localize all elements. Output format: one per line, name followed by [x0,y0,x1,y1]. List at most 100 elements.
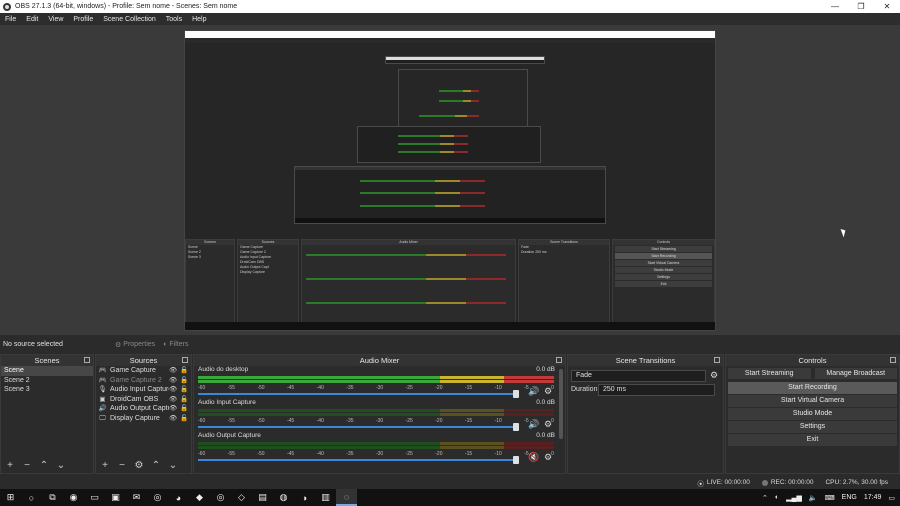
menu-view[interactable]: View [43,16,68,23]
visibility-eye-icon[interactable]: 👁 [169,376,177,386]
undock-icon[interactable] [556,357,562,363]
menu-tools[interactable]: Tools [161,16,187,23]
keyboard-icon[interactable]: ⌨ [825,494,835,502]
remove-source-button[interactable]: − [116,460,128,471]
move-down-icon[interactable]: ⌄ [55,460,67,471]
undock-icon[interactable] [890,357,896,363]
add-scene-button[interactable]: + [4,460,16,471]
app-icon-3[interactable]: ▤ [252,489,273,506]
store-icon[interactable]: ▣ [105,489,126,506]
visibility-eye-icon[interactable]: 👁 [169,404,177,414]
channel-settings-gear-icon[interactable]: ⚙ [544,386,552,397]
app-icon-6[interactable]: ▥ [315,489,336,506]
menu-help[interactable]: Help [187,16,211,23]
menu-profile[interactable]: Profile [68,16,98,23]
mail-icon[interactable]: ✉ [126,489,147,506]
source-item[interactable]: 🎮 Game Capture 2 👁 🔓 [96,376,191,386]
properties-button[interactable]: ⚙ Properties [115,341,155,349]
undock-icon[interactable] [84,357,90,363]
volume-slider[interactable] [198,426,516,428]
add-source-button[interactable]: + [99,460,111,471]
move-up-icon[interactable]: ⌃ [38,460,50,471]
notifications-icon[interactable]: ▭ [888,494,895,502]
chevron-up-icon[interactable]: ⌃ [762,494,768,502]
edge-icon[interactable]: ◉ [63,489,84,506]
undock-icon[interactable] [182,357,188,363]
app-icon-2[interactable]: ◇ [231,489,252,506]
tray-app-icon[interactable]: ◐ [775,494,779,501]
scene-item[interactable]: Scene [1,366,93,376]
file-explorer-icon[interactable]: ▭ [84,489,105,506]
source-properties-gear-icon[interactable]: ⚙ [133,460,145,471]
visibility-eye-icon[interactable]: 👁 [169,395,177,405]
move-down-icon[interactable]: ⌄ [167,460,179,471]
start-recording-button[interactable]: Start Recording [728,382,897,394]
source-item[interactable]: 🖵 Display Capture 👁 🔓 [96,414,191,424]
muted-speaker-icon[interactable]: 🔇 [528,452,539,463]
undock-icon[interactable] [714,357,720,363]
visibility-eye-icon[interactable]: 👁 [169,414,177,424]
source-item[interactable]: ▣ DroidCam OBS 👁 🔓 [96,395,191,405]
discord-icon[interactable]: ◕ [168,489,189,506]
chrome-icon-2[interactable]: ◎ [210,489,231,506]
channel-settings-gear-icon[interactable]: ⚙ [544,419,552,430]
mixer-scrollbar[interactable] [559,369,563,439]
scene-item[interactable]: Scene 2 [1,376,93,386]
settings-button[interactable]: Settings [728,421,897,433]
windows-start-icon[interactable]: ⊞ [0,489,21,506]
lock-icon[interactable]: 🔓 [180,395,188,405]
menu-scene-collection[interactable]: Scene Collection [98,16,161,23]
menu-edit[interactable]: Edit [21,16,43,23]
channel-settings-gear-icon[interactable]: ⚙ [544,452,552,463]
search-icon[interactable]: ○ [21,489,42,506]
volume-slider-handle[interactable] [513,423,519,431]
volume-slider[interactable] [198,393,516,395]
volume-slider-handle[interactable] [513,390,519,398]
lock-icon[interactable]: 🔓 [180,414,188,424]
menu-file[interactable]: File [0,16,21,23]
visibility-eye-icon[interactable]: 👁 [169,385,177,395]
meter-tick-label: -50 [257,451,265,457]
studio-mode-button[interactable]: Studio Mode [728,408,897,420]
lock-icon[interactable]: 🔓 [180,385,188,395]
app-icon[interactable]: ◆ [189,489,210,506]
source-item[interactable]: 🎙 Audio Input Capture 👁 🔓 [96,385,191,395]
speaker-icon[interactable]: 🔊 [528,386,539,397]
chrome-icon[interactable]: ◎ [147,489,168,506]
mixer-channels: Audio do desktop 0.0 dB -60 -55 -50 -45 -40 -35… [194,366,565,465]
close-button[interactable]: ✕ [874,0,900,13]
remove-scene-button[interactable]: − [21,460,33,471]
source-item[interactable]: 🎮 Game Capture 👁 🔓 [96,366,191,376]
filters-button[interactable]: ◐ Filters [163,341,188,348]
language-indicator[interactable]: ENG [842,494,857,501]
move-up-icon[interactable]: ⌃ [150,460,162,471]
meter-ticks: -60 -55 -50 -45 -40 -35 -30 -25 -20 -15 -10 -5 0 [198,451,554,457]
lock-icon[interactable]: 🔓 [180,404,188,414]
manage-broadcast-button[interactable]: Manage Broadcast [814,367,897,379]
obs-taskbar-icon[interactable]: ◌ [336,489,357,506]
visibility-eye-icon[interactable]: 👁 [169,366,177,376]
maximize-button[interactable]: ❐ [848,0,874,13]
volume-slider-handle[interactable] [513,456,519,464]
exit-button[interactable]: Exit [728,434,897,446]
source-item[interactable]: 🔊 Audio Output Captu 👁 🔓 [96,404,191,414]
speaker-icon[interactable]: 🔊 [528,419,539,430]
network-icon[interactable]: ▂▄▆ [786,494,802,502]
app-icon-4[interactable]: ◍ [273,489,294,506]
task-view-icon[interactable]: ⧉ [42,489,63,506]
volume-icon[interactable]: 🔈 [809,494,818,502]
app-icon-5[interactable]: ◑ [294,489,315,506]
clock[interactable]: 17:49 [864,494,882,501]
volume-slider[interactable] [198,459,516,461]
meter-tick-label: -40 [316,385,324,391]
meter-tick-label: -40 [316,451,324,457]
lock-icon[interactable]: 🔓 [180,376,188,386]
minimize-button[interactable]: — [822,0,848,13]
lock-icon[interactable]: 🔓 [180,366,188,376]
transition-select[interactable]: Fade [571,370,706,382]
start-streaming-button[interactable]: Start Streaming [728,367,811,379]
start-virtual-camera-button[interactable]: Start Virtual Camera [728,395,897,407]
transition-settings-gear-icon[interactable]: ⚙ [710,370,718,381]
duration-input[interactable]: 250 ms [598,384,715,396]
scene-item[interactable]: Scene 3 [1,385,93,395]
